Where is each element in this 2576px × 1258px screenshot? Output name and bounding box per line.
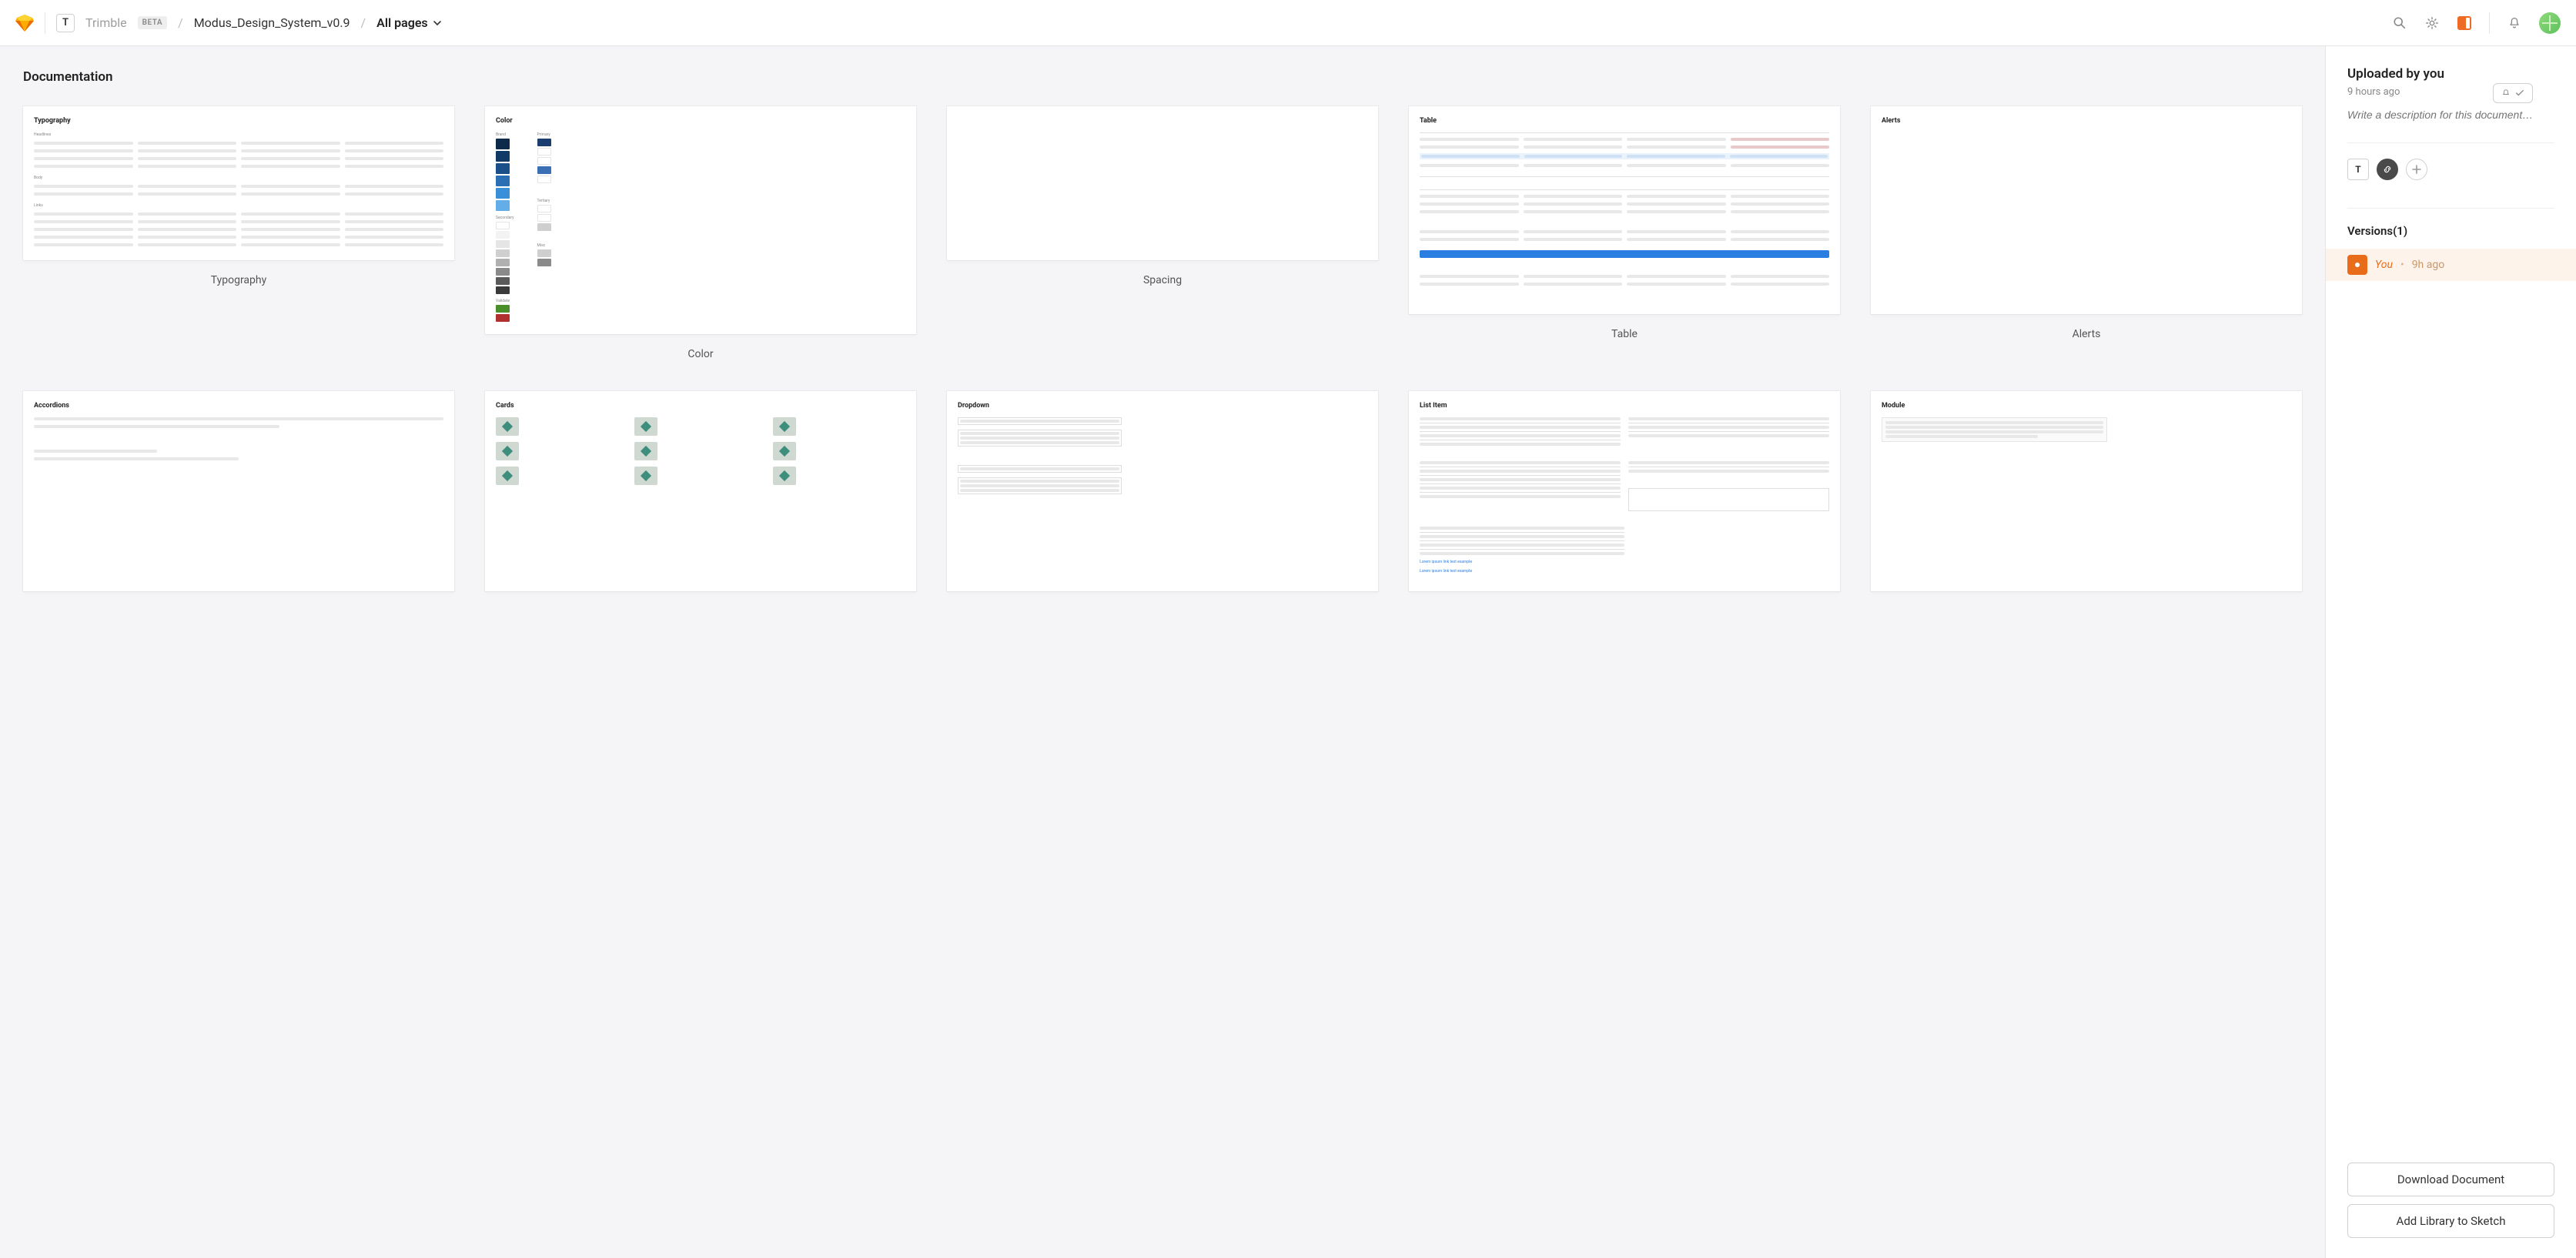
app-header: T Trimble BETA / Modus_Design_System_v0.… — [0, 0, 2576, 46]
artboard-cell[interactable]: Color Brand Secondary — [485, 106, 916, 360]
version-icon — [2347, 255, 2367, 275]
check-icon — [2515, 89, 2524, 98]
bell-icon[interactable] — [2507, 15, 2522, 31]
follow-button[interactable] — [2493, 83, 2533, 103]
uploaded-heading: Uploaded by you — [2347, 66, 2554, 82]
artboard-thumb[interactable]: List Item — [1409, 391, 1840, 591]
version-time: 9h ago — [2412, 259, 2445, 271]
artboard-title: Cards — [496, 402, 905, 410]
artboard-cell[interactable]: Module — [1871, 391, 2302, 591]
link-icon — [2382, 164, 2393, 175]
artboard-title: Typography — [34, 117, 443, 125]
version-row[interactable]: You • 9h ago — [2326, 249, 2576, 281]
chevron-down-icon — [433, 18, 442, 28]
artboard-thumb[interactable]: Cards — [485, 391, 916, 591]
artboard-thumb[interactable]: Accordions — [23, 391, 454, 591]
artboard-title: Dropdown — [958, 402, 1367, 410]
artboard-cell[interactable]: Table — [1409, 106, 1840, 340]
artboard-thumb[interactable]: Dropdown — [947, 391, 1378, 591]
add-chip[interactable] — [2406, 159, 2427, 180]
workspace-chip[interactable]: T — [2347, 159, 2369, 180]
sketch-logo[interactable] — [15, 15, 34, 32]
bell-icon — [2501, 89, 2511, 98]
artboard-thumb[interactable]: Module — [1871, 391, 2302, 591]
add-library-button[interactable]: Add Library to Sketch — [2347, 1204, 2554, 1238]
gear-icon[interactable] — [2424, 15, 2440, 31]
breadcrumb-sep: / — [361, 15, 366, 30]
artboard-title: Accordions — [34, 402, 443, 410]
artboard-thumb[interactable]: Color Brand Secondary — [485, 106, 916, 334]
link-chip[interactable] — [2377, 159, 2398, 180]
document-name[interactable]: Modus_Design_System_v0.9 — [194, 15, 350, 30]
workspace-name[interactable]: Trimble — [85, 15, 127, 30]
avatar[interactable] — [2539, 12, 2561, 34]
share-chip-row: T — [2347, 159, 2554, 180]
artboard-title: Module — [1882, 402, 2291, 410]
plus-icon — [2412, 165, 2421, 174]
version-sep: • — [2400, 259, 2404, 271]
beta-badge: BETA — [138, 16, 167, 29]
header-left: T Trimble BETA / Modus_Design_System_v0.… — [15, 12, 442, 34]
artboard-title: Alerts — [1882, 117, 2291, 125]
sidebar-divider — [2347, 208, 2554, 209]
sidebar-divider — [2347, 142, 2554, 143]
artboard-label: Alerts — [2073, 328, 2101, 340]
artboard-label: Table — [1611, 328, 1638, 340]
search-icon[interactable] — [2392, 15, 2407, 31]
artboard-cell[interactable]: Typography Headlines Body Links — [23, 106, 454, 286]
artboard-thumb[interactable] — [947, 106, 1378, 260]
artboard-cell[interactable]: Cards — [485, 391, 916, 591]
artboard-thumb[interactable]: Typography Headlines Body Links — [23, 106, 454, 260]
versions-heading: Versions(1) — [2347, 224, 2554, 238]
artboard-label: Color — [687, 348, 713, 360]
artboard-title: Table — [1420, 117, 1829, 125]
artboard-cell[interactable]: Spacing — [947, 106, 1378, 286]
pages-dropdown[interactable]: All pages — [376, 15, 442, 30]
artboard-title: List Item — [1420, 402, 1829, 410]
workspace-badge[interactable]: T — [56, 14, 75, 32]
download-button[interactable]: Download Document — [2347, 1163, 2554, 1196]
inspector-sidebar: Uploaded by you 9 hours ago T Versions(1… — [2325, 46, 2576, 1258]
artboard-cell[interactable]: Accordions — [23, 391, 454, 591]
header-right — [2392, 12, 2561, 34]
artboard-grid: Typography Headlines Body Links — [23, 106, 2302, 591]
description-input[interactable] — [2347, 109, 2554, 121]
version-author: You — [2375, 259, 2393, 271]
artboard-cell[interactable]: Alerts Alerts — [1871, 106, 2302, 340]
artboard-title: Color — [496, 117, 905, 125]
panel-toggle-icon[interactable] — [2457, 15, 2472, 31]
artboard-thumb[interactable]: Alerts — [1871, 106, 2302, 314]
artboard-label: Spacing — [1143, 274, 1182, 286]
artboard-cell[interactable]: List Item — [1409, 391, 1840, 591]
pages-label: All pages — [376, 15, 428, 30]
header-divider — [2489, 12, 2490, 34]
canvas[interactable]: Documentation Typography Headlines Body … — [0, 46, 2325, 1258]
section-title: Documentation — [23, 69, 2302, 85]
artboard-cell[interactable]: Dropdown — [947, 391, 1378, 591]
artboard-thumb[interactable]: Table — [1409, 106, 1840, 314]
breadcrumb-sep: / — [178, 15, 183, 30]
artboard-label: Typography — [211, 274, 266, 286]
